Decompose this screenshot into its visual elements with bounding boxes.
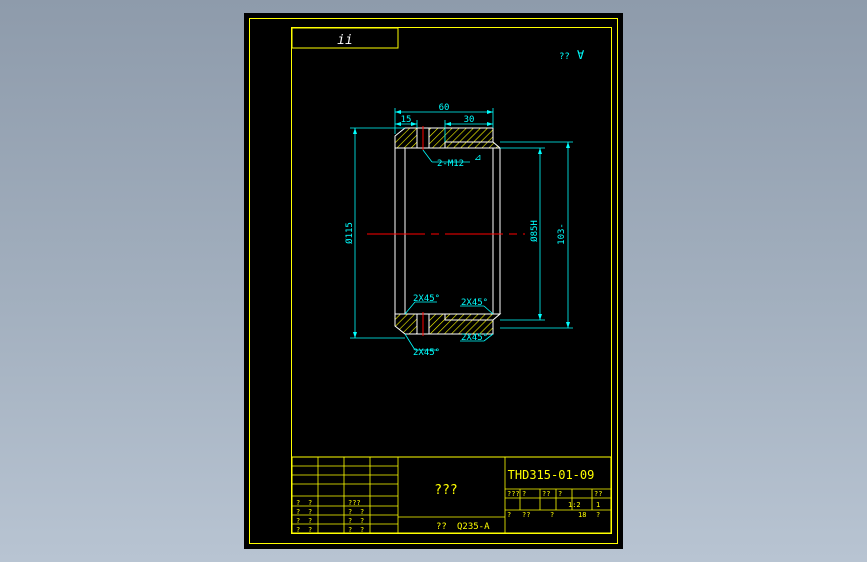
signature-cell: ? [296,508,300,516]
sheet-row-cell: ?? [522,511,530,519]
roughness-icon: ⊿ [474,153,482,163]
signature-cell: ? [296,526,300,534]
scale-value-cell: 1:2 [568,501,581,509]
sheet-row-cell: 18 [578,511,586,519]
drawing-number: THD315-01-09 [508,468,595,482]
dim-chamfer-bottom-left: 2X45° [413,348,440,358]
surface-note-text: ?? [559,52,570,62]
scale-header-cell: ? [558,490,562,498]
dim-chamfer-top-left: 2X45° [413,294,440,304]
signature-cell: ? [360,508,364,516]
signature-cell: ? [308,526,312,534]
dim-thread: 2-M12 [437,159,464,169]
signature-cell: ??? [348,499,361,507]
dim-flange-width: 15 [401,115,412,125]
signature-cell: ? [348,508,352,516]
dim-boss-length: 30 [464,115,475,125]
cad-drawing-viewport: ii ?? ∀ ⊿ 60 15 30 2-M12 Ø115 Ø85H 103- … [244,13,623,549]
signature-cell: ? [348,517,352,525]
sheet-row-cell: ? [596,511,600,519]
material: Q235-A [457,522,490,532]
signature-cell: ? [296,499,300,507]
signature-cell: ? [308,517,312,525]
scale-header-cell: ?? [594,490,602,498]
top-boss-hatch [444,141,502,149]
bottom-boss-hatch [444,313,502,321]
dim-chamfer-top-right: 2X45° [461,298,488,308]
signature-cell: ? [308,508,312,516]
surface-symbol-icon: ∀ [577,48,585,62]
scale-value-cell: 1 [596,501,600,509]
material-prefix: ?? [436,522,447,532]
scale-header-cell: ??? [507,490,520,498]
sheet-row-cell: ? [550,511,554,519]
scale-header-cell: ?? [542,490,550,498]
signature-cell: ? [360,526,364,534]
part-name: ??? [434,483,457,498]
signature-cell: ? [308,499,312,507]
dim-outer-diameter: Ø115 [344,222,355,244]
dim-bore-diameter: Ø85H [529,220,540,242]
dim-overall-length: 60 [439,103,450,113]
dim-chamfer-bottom-right: 2X45° [461,333,488,343]
signature-cell: ? [296,517,300,525]
drawing-tag-label: ii [337,33,353,48]
signature-cell: ? [360,517,364,525]
dim-tube-diameter: 103- [557,223,567,245]
sheet-row-cell: ? [507,511,511,519]
scale-header-cell: ? [522,490,526,498]
signature-cell: ? [348,526,352,534]
